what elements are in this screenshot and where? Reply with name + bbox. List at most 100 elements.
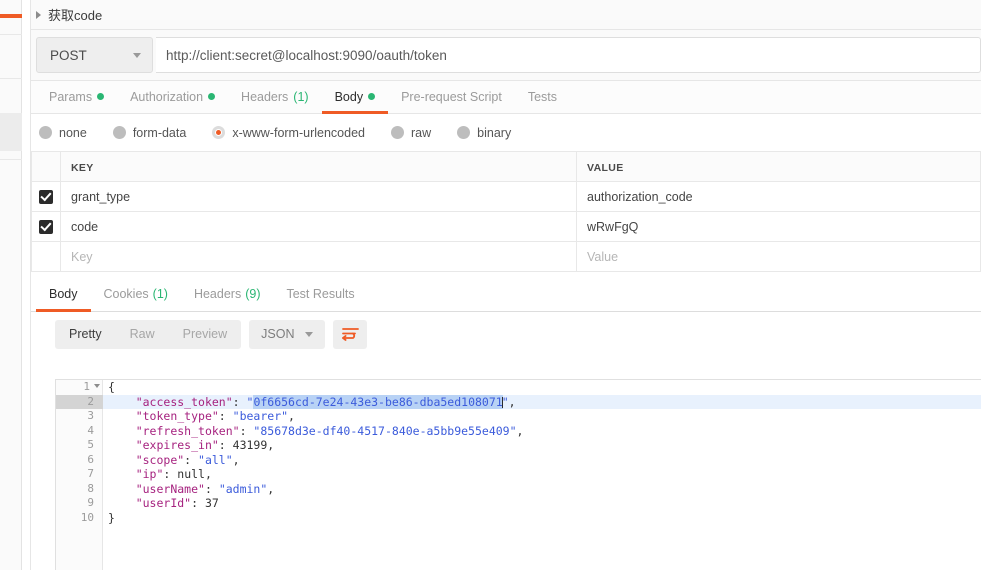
word-wrap-icon [342, 328, 359, 341]
row-key-cell[interactable]: code [60, 211, 577, 242]
row-checkbox-cell[interactable] [31, 211, 61, 242]
code-line[interactable]: 2 "access_token": "0f6656cd-7e24-43e3-be… [56, 394, 981, 409]
code-text: "expires_in": 43199, [103, 438, 981, 453]
code-token: , [232, 452, 240, 467]
code-line[interactable]: 3 "token_type": "bearer", [56, 409, 981, 424]
chevron-down-icon[interactable] [133, 52, 141, 58]
row-value-cell[interactable]: authorization_code [576, 181, 981, 212]
body-type-binary[interactable]: binary [457, 126, 511, 140]
table-row[interactable]: code wRwFgQ [31, 211, 981, 242]
code-text: { [103, 380, 981, 395]
tab-pre-request-script-label: Pre-request Script [401, 89, 502, 104]
code-token: 37 [204, 496, 219, 510]
form-params-table: KEY VALUE grant_type authorization_code [31, 151, 981, 272]
response-tab-body[interactable]: Body [36, 279, 91, 312]
code-line[interactable]: 9 "userId": 37 [56, 496, 981, 511]
body-type-raw-label: raw [411, 125, 432, 140]
code-token: } [108, 510, 115, 525]
radio-icon[interactable] [112, 126, 126, 139]
code-text: "token_type": "bearer", [103, 409, 981, 424]
radio-icon[interactable] [39, 126, 52, 139]
response-tab-body-label: Body [49, 287, 78, 301]
line-number: 7 [87, 467, 94, 480]
line-number: 2 [56, 394, 103, 409]
code-line[interactable]: 7 "ip": null, [56, 467, 981, 482]
code-line[interactable]: 6 "scope": "all", [56, 453, 981, 468]
code-token: "expires_in" [135, 438, 219, 452]
code-token: "scope" [135, 452, 185, 467]
url-text: http://client:secret@localhost:9090/oaut… [166, 47, 447, 63]
tab-params-label: Params [49, 89, 93, 104]
empty-row-key-cell[interactable]: Key [60, 241, 577, 272]
chevron-down-icon[interactable] [305, 331, 314, 337]
caret-right-icon[interactable] [36, 10, 41, 19]
sidebar-gap [22, 0, 31, 570]
row-value-cell[interactable]: wRwFgQ [576, 211, 981, 242]
code-line[interactable]: 1{ [56, 380, 981, 395]
line-number: 1 [56, 380, 103, 395]
tab-body[interactable]: Body [321, 82, 389, 114]
response-tab-cookies[interactable]: Cookies (1) [91, 279, 181, 312]
url-input[interactable]: http://client:secret@localhost:9090/oaut… [156, 37, 981, 73]
row-key-text: code [71, 219, 99, 234]
view-mode-preview[interactable]: Preview [169, 320, 241, 349]
empty-row-value-cell[interactable]: Value [576, 241, 981, 272]
row-checkbox-cell[interactable] [31, 181, 61, 212]
table-empty-row[interactable]: Key Value [31, 241, 981, 272]
response-tab-bar: Body Cookies (1) Headers (9) Test Result… [31, 278, 981, 312]
url-row: POST http://client:secret@localhost:9090… [31, 30, 981, 81]
request-response-pane: 获取code POST http://client:secret@localho… [31, 0, 981, 570]
line-number: 8 [87, 481, 94, 495]
response-format-dropdown[interactable]: JSON [249, 319, 326, 349]
code-token: , [508, 394, 516, 409]
code-line[interactable]: 4 "refresh_token": "85678d3e-df40-4517-8… [56, 424, 981, 439]
code-text: "userName": "admin", [103, 482, 981, 497]
table-row[interactable]: grant_type authorization_code [31, 181, 981, 212]
response-format-label: JSON [261, 327, 295, 341]
body-type-x-www-form-urlencoded-label: x-www-form-urlencoded [232, 125, 365, 140]
fold-caret-icon[interactable] [94, 384, 100, 388]
checkbox-checked-icon[interactable] [39, 189, 53, 204]
body-type-x-www-form-urlencoded[interactable]: x-www-form-urlencoded [212, 126, 365, 140]
request-tab-bar: Params Authorization Headers (1) Body Pr… [31, 81, 981, 114]
view-mode-pretty[interactable]: Pretty [55, 320, 116, 349]
row-key-text: grant_type [71, 189, 131, 204]
response-tab-test-results[interactable]: Test Results [273, 279, 367, 312]
radio-icon[interactable] [391, 126, 404, 139]
request-name-header[interactable]: 获取code [31, 0, 981, 30]
body-type-none[interactable]: none [39, 126, 87, 140]
http-method-dropdown[interactable]: POST [36, 37, 153, 73]
line-number: 6 [87, 452, 94, 466]
tab-tests[interactable]: Tests [515, 82, 570, 114]
code-line[interactable]: 5 "expires_in": 43199, [56, 438, 981, 453]
tab-pre-request-script[interactable]: Pre-request Script [388, 82, 515, 114]
code-line[interactable]: 10} [56, 511, 981, 526]
tab-params[interactable]: Params [36, 82, 117, 114]
code-token: , [267, 438, 275, 452]
body-type-form-data[interactable]: form-data [112, 126, 186, 140]
tab-authorization[interactable]: Authorization [117, 82, 228, 114]
radio-icon[interactable] [457, 126, 471, 139]
response-tab-headers-label: Headers [193, 287, 242, 301]
tab-headers-label: Headers [241, 89, 289, 104]
response-tab-headers[interactable]: Headers (9) [181, 279, 274, 312]
body-type-raw[interactable]: raw [391, 126, 431, 140]
code-line[interactable]: 8 "userName": "admin", [56, 482, 981, 497]
checkbox-checked-icon[interactable] [39, 219, 53, 234]
response-body-editor[interactable]: 1{2 "access_token": "0f6656cd-7e24-43e3-… [55, 379, 981, 570]
header-key-label: KEY [71, 161, 94, 174]
view-mode-raw[interactable]: Raw [116, 320, 169, 349]
radio-selected-icon[interactable] [212, 126, 226, 139]
code-token: "ip" [135, 467, 164, 481]
code-token: 43199 [232, 438, 268, 452]
code-token: "token_type" [135, 409, 219, 423]
body-type-radio-group: none form-data x-www-form-urlencoded raw… [31, 114, 981, 151]
sidebar-divider [0, 159, 22, 160]
row-key-cell[interactable]: grant_type [60, 181, 577, 212]
code-token: "userName" [135, 481, 205, 496]
word-wrap-button[interactable] [333, 319, 368, 349]
tab-headers[interactable]: Headers (1) [228, 82, 322, 114]
sidebar-selected-item[interactable] [0, 113, 22, 151]
